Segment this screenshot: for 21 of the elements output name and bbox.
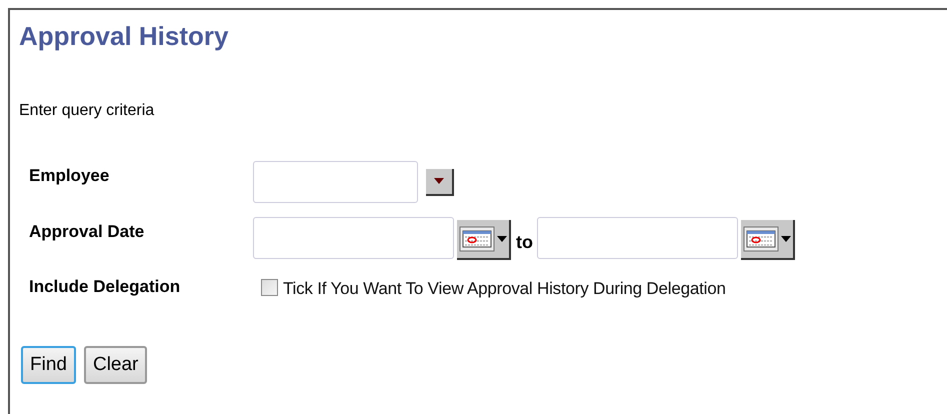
caret-icon bbox=[781, 236, 791, 242]
dropdown-button[interactable] bbox=[426, 168, 454, 196]
calendar-icon bbox=[459, 226, 495, 252]
action-button[interactable]: Find bbox=[21, 346, 76, 384]
field-label: Employee bbox=[29, 164, 110, 186]
field-label: Approval Date bbox=[29, 220, 146, 242]
checkbox-label: Tick If You Want To View Approval History During Delegation bbox=[283, 278, 726, 300]
caret-icon bbox=[497, 236, 507, 242]
checkbox[interactable] bbox=[261, 278, 278, 296]
caret-icon bbox=[434, 178, 444, 184]
action-button[interactable]: Clear bbox=[84, 346, 148, 384]
calendar-button[interactable] bbox=[741, 220, 795, 260]
page-title: Approval History bbox=[19, 20, 230, 52]
date-input-field[interactable] bbox=[253, 216, 454, 258]
instruction-text: Enter query criteria bbox=[19, 100, 156, 120]
separator-text: to bbox=[516, 230, 533, 254]
employee-input-field[interactable] bbox=[253, 160, 418, 202]
date-input-field[interactable] bbox=[537, 216, 738, 258]
field-label: Include Delegation bbox=[29, 276, 182, 298]
calendar-button[interactable] bbox=[457, 220, 511, 260]
calendar-icon bbox=[743, 226, 779, 252]
